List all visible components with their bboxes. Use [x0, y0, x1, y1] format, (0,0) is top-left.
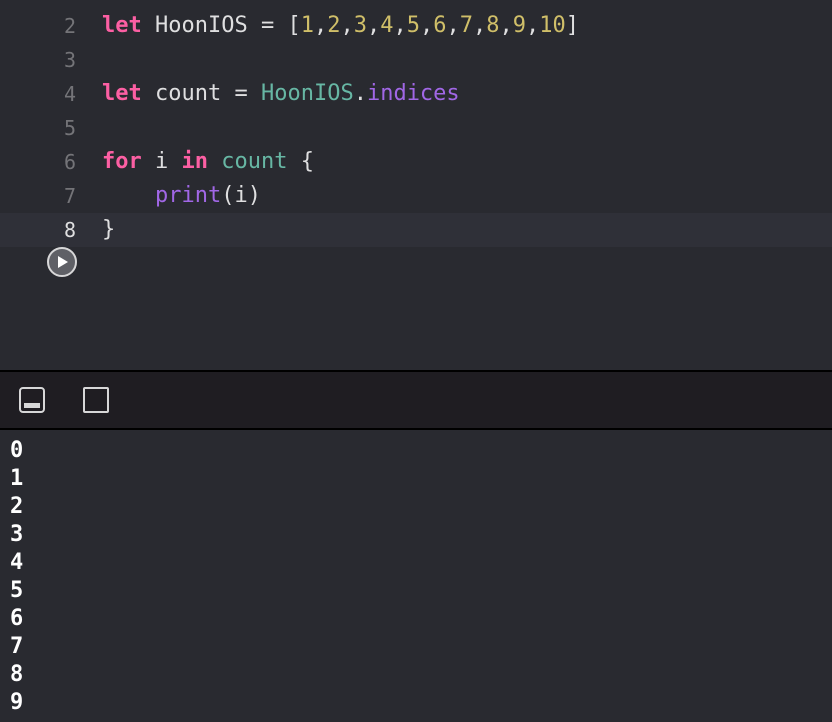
line-number: 5	[63, 116, 76, 140]
run-button[interactable]	[47, 247, 77, 277]
function-call: print	[154, 183, 222, 208]
keyword: for	[102, 149, 142, 174]
console-line: 7	[10, 634, 24, 659]
number-literal: 4	[380, 13, 394, 38]
console-line: 1	[10, 466, 24, 491]
code-line-4[interactable]: 4 let count = HoonIOS.indices	[0, 77, 832, 111]
number-literal: 7	[459, 13, 473, 38]
paren: (	[221, 183, 235, 208]
number-literal: 8	[486, 13, 500, 38]
code-line-3[interactable]: 3	[0, 43, 832, 77]
code-text[interactable]: let count = HoonIOS.indices	[102, 77, 460, 111]
console-line: 9	[10, 690, 24, 715]
code-line-5[interactable]: 5	[0, 111, 832, 145]
debug-toolbar	[0, 372, 832, 428]
hide-debug-area-button[interactable]	[19, 387, 45, 413]
number-literal: 10	[539, 13, 566, 38]
identifier-reference: HoonIOS	[260, 81, 354, 106]
source-editor[interactable]: 2 let HoonIOS = [1,2,3,4,5,6,7,8,9,10] 3…	[0, 0, 832, 370]
number-literal: 2	[327, 13, 341, 38]
operator: =	[260, 13, 275, 38]
number-literal: 3	[353, 13, 367, 38]
play-icon	[58, 256, 68, 268]
console-output[interactable]: 0 1 2 3 4 5 6 7 8 9	[0, 430, 832, 722]
code-text[interactable]: }	[102, 213, 115, 247]
console-line: 8	[10, 662, 24, 687]
keyword: let	[102, 81, 142, 106]
operator: =	[234, 81, 248, 106]
code-text[interactable]: for i in count {	[102, 145, 314, 179]
code-line-8[interactable]: 8 }	[0, 213, 832, 247]
show-console-icon	[83, 387, 109, 413]
console-line: 6	[10, 606, 24, 631]
line-number: 8	[63, 218, 76, 242]
identifier-reference: count	[221, 149, 288, 174]
hide-debug-area-icon	[19, 387, 45, 413]
dot: .	[353, 81, 367, 106]
show-console-button[interactable]	[83, 387, 109, 413]
bracket: [	[287, 13, 301, 38]
number-literal: 6	[433, 13, 447, 38]
line-number: 3	[63, 48, 76, 72]
code-text[interactable]: let HoonIOS = [1,2,3,4,5,6,7,8,9,10]	[102, 9, 579, 43]
brace: }	[102, 217, 116, 242]
line-number: 6	[63, 150, 76, 174]
bracket: ]	[565, 13, 579, 38]
code-line-6[interactable]: 6 for i in count {	[0, 145, 832, 179]
console-line: 0	[10, 438, 24, 463]
code-text[interactable]: print(i)	[102, 179, 261, 213]
console-line: 3	[10, 522, 24, 547]
keyword: in	[181, 149, 209, 174]
keyword: let	[102, 13, 142, 38]
console-line: 5	[10, 578, 24, 603]
number-literal: 9	[512, 13, 526, 38]
identifier: i	[155, 149, 169, 174]
line-number: 2	[63, 14, 76, 38]
number-literal: 1	[300, 13, 314, 38]
code-line-2[interactable]: 2 let HoonIOS = [1,2,3,4,5,6,7,8,9,10]	[0, 9, 832, 43]
line-number: 7	[63, 184, 76, 208]
brace: {	[300, 149, 314, 174]
code-line-7[interactable]: 7 print(i)	[0, 179, 832, 213]
number-literal: 5	[406, 13, 420, 38]
property: indices	[366, 81, 460, 106]
paren: )	[247, 183, 261, 208]
identifier: HoonIOS	[155, 13, 248, 38]
identifier: i	[234, 183, 248, 208]
console-line: 2	[10, 494, 24, 519]
identifier: count	[155, 81, 222, 106]
line-number: 4	[63, 82, 76, 106]
console-line: 4	[10, 550, 24, 575]
